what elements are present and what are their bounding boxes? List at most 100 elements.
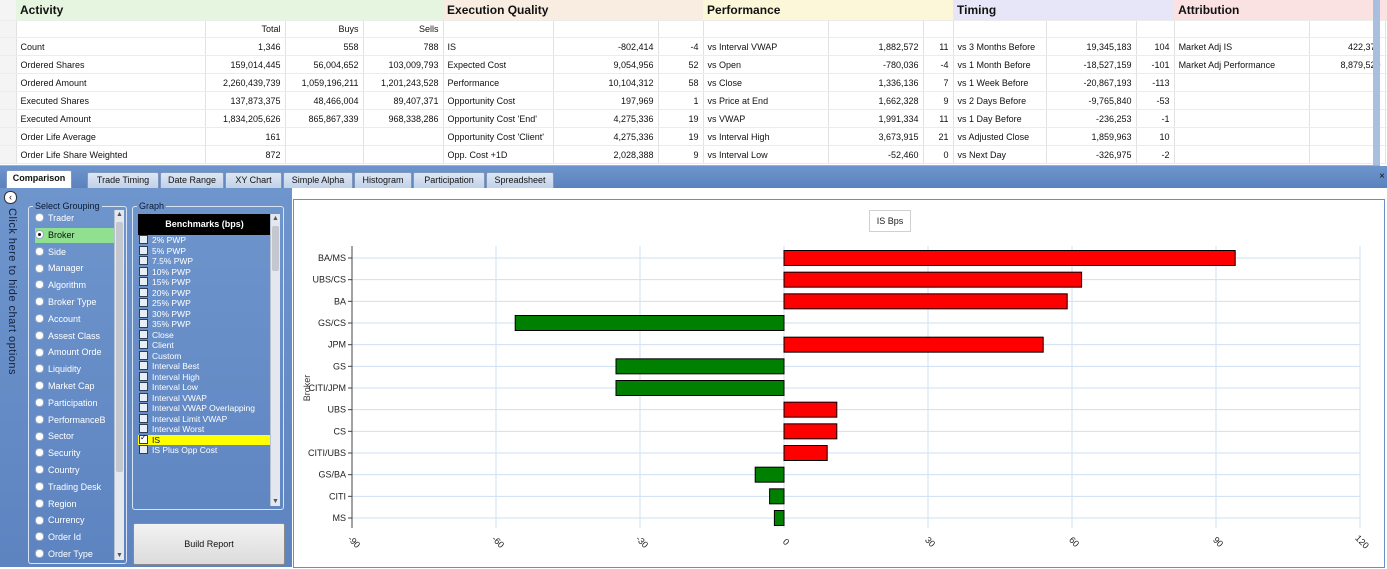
summary-scrollbar[interactable]	[1373, 0, 1380, 165]
grouping-radio-currency[interactable]: Currency	[35, 513, 115, 528]
summary-cell-label: Order Life Average	[16, 127, 206, 146]
tab-histogram[interactable]: Histogram	[354, 172, 412, 188]
grouping-radio-trader[interactable]: Trader	[35, 211, 115, 226]
grouping-radio-region[interactable]: Region	[35, 497, 115, 512]
benchmark-checkbox-35-pwp[interactable]: 35% PWP	[138, 319, 271, 330]
benchmark-checkbox-2-pwp[interactable]: 2% PWP	[138, 235, 271, 246]
bar-cs	[783, 423, 838, 440]
summary-cell-perf: vs Open	[703, 55, 829, 74]
grouping-label: Trading Desk	[48, 481, 102, 492]
grouping-radio-liquidity[interactable]: Liquidity	[35, 362, 115, 377]
summary-cell-perf: vs Interval Low	[703, 145, 829, 164]
benchmark-label: Close	[152, 329, 174, 340]
tab-simple-alpha[interactable]: Simple Alpha	[283, 172, 353, 188]
summary-cell-total: 161	[205, 127, 286, 146]
benchmark-checkbox-interval-worst[interactable]: Interval Worst	[138, 424, 271, 435]
grouping-radio-account[interactable]: Account	[35, 312, 115, 327]
benchmark-checkbox-interval-low[interactable]: Interval Low	[138, 382, 271, 393]
benchmark-checkbox-is[interactable]: IS	[138, 433, 271, 445]
benchmark-checkbox-7-5-pwp[interactable]: 7.5% PWP	[138, 256, 271, 267]
benchmark-checkbox-25-pwp[interactable]: 25% PWP	[138, 298, 271, 309]
radio-icon	[35, 364, 44, 374]
summary-row: Order Life Average 161 Opportunity Cost 'C…	[0, 127, 1387, 146]
tab-xy-chart[interactable]: XY Chart	[225, 172, 282, 188]
benchmark-checkbox-client[interactable]: Client	[138, 340, 271, 351]
tab-comparison[interactable]: Comparison	[6, 170, 72, 188]
benchmark-checkbox-interval-best[interactable]: Interval Best	[138, 361, 271, 372]
summary-cell-tim-bps: -113	[1136, 73, 1175, 92]
benchmark-checkbox-10-pwp[interactable]: 10% PWP	[138, 267, 271, 278]
summary-cell-tim-val: 19,345,183	[1046, 37, 1137, 56]
grouping-label: Order Type	[48, 549, 93, 559]
grouping-radio-assest-class[interactable]: Assest Class	[35, 329, 115, 344]
checkbox-icon	[139, 256, 148, 266]
category-label: JPM	[328, 340, 346, 350]
grouping-radio-security[interactable]: Security	[35, 446, 115, 461]
benchmark-checkbox-interval-limit-vwap[interactable]: Interval Limit VWAP	[138, 414, 271, 425]
grouping-radio-broker-type[interactable]: Broker Type	[35, 295, 115, 310]
select-grouping-title: Select Grouping	[33, 201, 102, 211]
grouping-radio-order-id[interactable]: Order Id	[35, 530, 115, 545]
summary-row: Count 1,346 558 788 IS -802,414 -4 vs Interval …	[0, 37, 1387, 56]
tab-trade-timing[interactable]: Trade Timing	[87, 172, 159, 188]
tab-date-range[interactable]: Date Range	[160, 172, 224, 188]
tab-bar: Comparison Trade Timing Date Range XY Ch…	[0, 166, 1387, 188]
x-tick-label: 120	[1353, 533, 1371, 551]
summary-cell-buys: 48,466,004	[285, 91, 364, 110]
benchmark-checkbox-close[interactable]: Close	[138, 330, 271, 341]
scroll-down-icon[interactable]: ▼	[115, 551, 124, 560]
grouping-radio-country[interactable]: Country	[35, 463, 115, 478]
grouping-radio-algorithm[interactable]: Algorithm	[35, 278, 115, 293]
benchmark-checkbox-5-pwp[interactable]: 5% PWP	[138, 246, 271, 257]
scroll-up-icon[interactable]: ▲	[271, 214, 280, 223]
grouping-radio-trading-desk[interactable]: Trading Desk	[35, 480, 115, 495]
x-tick-label: -60	[490, 534, 506, 550]
benchmark-label: 35% PWP	[152, 319, 191, 329]
grouping-radio-performanceb[interactable]: PerformanceB	[35, 413, 115, 428]
checkbox-icon	[139, 403, 148, 413]
benchmark-label: 10% PWP	[152, 266, 191, 277]
grouping-label: Sector	[48, 431, 75, 442]
summary-cell-sells	[363, 145, 444, 164]
grouping-radio-manager[interactable]: Manager	[35, 261, 115, 276]
category-label: GS/BA	[318, 470, 346, 480]
checkbox-icon	[139, 298, 148, 308]
summary-cell-eq-val: 9,054,956	[553, 55, 659, 74]
tab-spreadsheet[interactable]: Spreadsheet	[486, 172, 554, 188]
build-report-button[interactable]: Build Report	[133, 523, 285, 565]
grouping-radio-side[interactable]: Side	[35, 245, 115, 260]
benchmark-checkbox-interval-vwap[interactable]: Interval VWAP	[138, 393, 271, 404]
benchmark-checkbox-interval-high[interactable]: Interval High	[138, 372, 271, 383]
hide-chart-options-toggle[interactable]: Click here to hide chart options	[4, 208, 18, 375]
scroll-up-icon[interactable]: ▲	[115, 210, 124, 219]
benchmark-checkbox-15-pwp[interactable]: 15% PWP	[138, 277, 271, 288]
grouping-radio-amount-orde[interactable]: Amount Orde	[35, 345, 115, 360]
grouping-radio-sector[interactable]: Sector	[35, 429, 115, 444]
benchmark-checkbox-30-pwp[interactable]: 30% PWP	[138, 309, 271, 320]
collapse-icon[interactable]: ‹	[4, 191, 17, 204]
benchmarks-scrollbar[interactable]: ▲ ▼	[270, 214, 280, 506]
section-execution-quality: Execution Quality	[443, 0, 704, 21]
grouping-radio-broker[interactable]: Broker	[35, 227, 115, 243]
grouping-scrollbar[interactable]: ▲ ▼	[114, 210, 124, 560]
benchmark-checkbox-20-pwp[interactable]: 20% PWP	[138, 288, 271, 299]
summary-cell-label: Executed Shares	[16, 91, 206, 110]
bar-ubs	[783, 401, 838, 418]
scroll-down-icon[interactable]: ▼	[271, 497, 280, 506]
tab-participation[interactable]: Participation	[413, 172, 485, 188]
benchmark-label: IS	[152, 434, 161, 445]
benchmark-checkbox-is-plus-opp-cost[interactable]: IS Plus Opp Cost	[138, 445, 271, 456]
benchmark-checkbox-interval-vwap-overlapping[interactable]: Interval VWAP Overlapping	[138, 403, 271, 414]
summary-cell-eq-bps: 19	[658, 127, 704, 146]
graph-group: Graph Benchmarks (bps) 2% PWP 5% PWP 7.5% …	[132, 201, 284, 510]
grouping-radio-participation[interactable]: Participation	[35, 396, 115, 411]
grouping-radio-order-type[interactable]: Order Type	[35, 547, 115, 562]
benchmark-checkbox-custom[interactable]: Custom	[138, 351, 271, 362]
grouping-label: Broker	[48, 229, 75, 240]
grouping-label: Algorithm	[48, 280, 87, 291]
grouping-radio-market-cap[interactable]: Market Cap	[35, 379, 115, 394]
close-icon[interactable]: ×	[1379, 171, 1385, 182]
benchmark-label: Interval VWAP Overlapping	[152, 403, 255, 413]
checkbox-icon	[139, 371, 148, 381]
summary-cell-tim: vs 1 Month Before	[953, 55, 1047, 74]
